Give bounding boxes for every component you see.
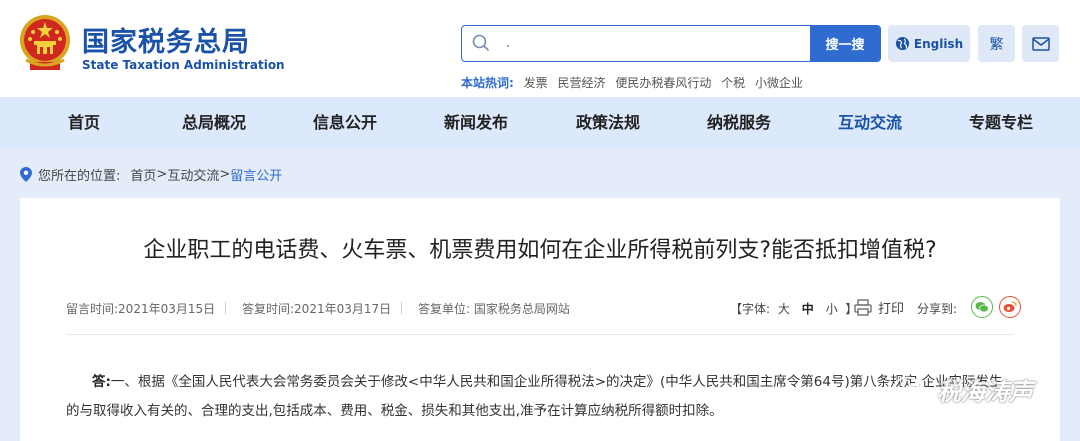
national-emblem-icon[interactable] (18, 14, 72, 72)
nav-item-special[interactable]: 专题专栏 (969, 97, 1033, 149)
watermark-text: 税海涛声 (937, 378, 1033, 406)
share-weibo-button[interactable] (999, 296, 1021, 318)
breadcrumb-current[interactable]: 留言公开 (230, 165, 282, 184)
article-title: 企业职工的电话费、火车票、机票费用如何在企业所得税前列支?能否抵扣增值税? (143, 238, 937, 263)
search-button[interactable]: 搜一搜 (810, 26, 880, 61)
search-input[interactable] (506, 26, 806, 61)
answer-paragraph: 答:一、根据《全国人民代表大会常务委员会关于修改<中华人民共和国企业所得税法>的… (66, 368, 1016, 426)
printer-icon (854, 299, 872, 316)
nav-item-policy[interactable]: 政策法规 (576, 97, 640, 149)
breadcrumb-separator: > (156, 167, 168, 182)
font-size-control: 【字体: 大 中 小 】 (730, 300, 857, 317)
mail-icon (1031, 36, 1050, 51)
english-label: English (913, 36, 964, 51)
nav-item-info-disclosure[interactable]: 信息公开 (313, 97, 377, 149)
hot-keyword-link[interactable]: 便民办税春风行动 (615, 76, 711, 90)
font-size-medium-button[interactable]: 中 (802, 302, 814, 316)
answer-lead: 答: (92, 374, 111, 390)
globe-icon (895, 36, 909, 51)
english-button[interactable]: English (888, 25, 970, 62)
breadcrumb-prefix: 您所在的位置: (38, 169, 121, 184)
search-icon (472, 34, 490, 52)
meta-divider (401, 302, 402, 314)
nav-item-tax-service[interactable]: 纳税服务 (707, 97, 771, 149)
main-nav: 首页 总局概况 信息公开 新闻发布 政策法规 纳税服务 互动交流 专题专栏 (0, 97, 1080, 149)
nav-item-home[interactable]: 首页 (68, 97, 100, 149)
print-label: 打印 (878, 302, 905, 317)
answer-text: 一、根据《全国人民代表大会常务委员会关于修改<中华人民共和国企业所得税法>的决定… (66, 374, 1003, 419)
share-label: 分享到: (917, 302, 958, 316)
search-box: 搜一搜 (461, 25, 881, 62)
meta-divider-line (66, 334, 1014, 335)
watermark: 税海涛声 (893, 372, 1033, 407)
wechat-icon (975, 302, 989, 313)
reply-time: 答复时间:2021年03月17日 (242, 302, 392, 316)
share-wechat-button[interactable] (971, 296, 993, 318)
breadcrumb: 您所在的位置: 首页 > 互动交流 > 留言公开 (20, 165, 282, 184)
font-size-large-button[interactable]: 大 (778, 302, 790, 316)
hot-keyword-link[interactable]: 发票 (524, 76, 548, 90)
hot-keyword-link[interactable]: 个税 (721, 76, 745, 90)
font-size-small-button[interactable]: 小 (826, 302, 838, 316)
meta-divider (225, 302, 226, 314)
font-size-label: 【字体: (730, 302, 771, 316)
hot-keywords-label: 本站热词: (461, 76, 514, 90)
nav-item-overview[interactable]: 总局概况 (182, 97, 246, 149)
site-header: 国家税务总局 State Taxation Administration 搜一搜… (0, 0, 1080, 97)
nav-item-news[interactable]: 新闻发布 (444, 97, 508, 149)
hot-keywords: 本站热词: 发票 民营经济 便民办税春风行动 个税 小微企业 (461, 74, 803, 91)
mail-button[interactable] (1022, 25, 1059, 62)
location-pin-icon (20, 167, 32, 182)
hot-keyword-link[interactable]: 民营经济 (557, 76, 605, 90)
hot-keyword-link[interactable]: 小微企业 (755, 76, 803, 90)
print-button[interactable]: 打印 (854, 298, 904, 317)
wechat-watermark-icon (893, 375, 930, 404)
nav-item-interaction[interactable]: 互动交流 (838, 97, 902, 149)
weibo-icon (1003, 301, 1017, 312)
reply-unit: 答复单位: 国家税务总局网站 (418, 302, 570, 316)
site-name-en[interactable]: State Taxation Administration (82, 58, 285, 72)
message-time: 留言时间:2021年03月15日 (66, 302, 216, 316)
traditional-chinese-button[interactable]: 繁 (978, 25, 1015, 62)
breadcrumb-home[interactable]: 首页 (130, 165, 156, 184)
breadcrumb-section[interactable]: 互动交流 (167, 165, 219, 184)
site-name-cn[interactable]: 国家税务总局 (82, 20, 250, 59)
breadcrumb-separator: > (219, 167, 231, 182)
